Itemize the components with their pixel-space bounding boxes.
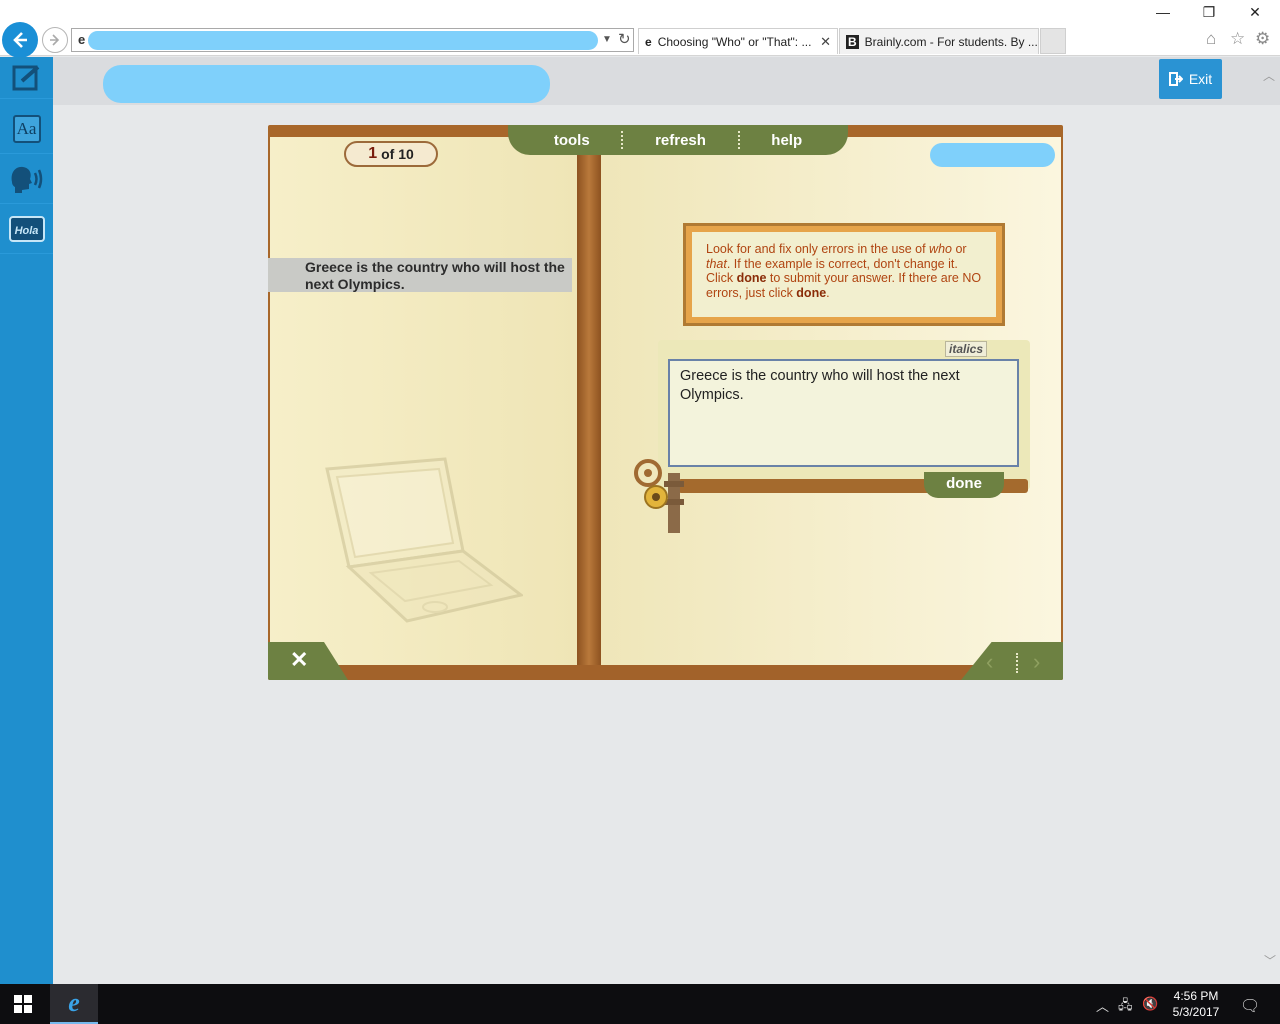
book-spine xyxy=(577,125,601,680)
home-icon[interactable]: ⌂ xyxy=(1206,29,1216,49)
instruction-that: that xyxy=(706,256,727,271)
new-tab-button[interactable] xyxy=(1040,28,1066,54)
refresh-button[interactable]: refresh xyxy=(655,132,706,149)
taskbar-ie[interactable]: e xyxy=(50,984,98,1024)
settings-gear-icon[interactable]: ⚙ xyxy=(1255,29,1270,49)
app-header: Exit ︿ xyxy=(53,57,1280,105)
total-questions: of 10 xyxy=(381,146,414,162)
action-center-icon[interactable]: 🗨 xyxy=(1240,996,1260,1016)
nav-divider xyxy=(621,131,624,149)
exit-label: Exit xyxy=(1188,71,1213,87)
clock-time: 4:56 PM xyxy=(1173,989,1219,1003)
pager-divider xyxy=(1016,653,1018,673)
clock-date: 5/3/2017 xyxy=(1172,1005,1220,1019)
forward-button[interactable] xyxy=(42,27,68,53)
instruction-done: done xyxy=(796,285,827,300)
instruction-text: Look for and fix only errors in the use … xyxy=(692,232,996,317)
rail-speech[interactable] xyxy=(0,154,53,204)
top-nav: tools refresh help xyxy=(508,125,848,155)
rail-translate[interactable]: Hola xyxy=(0,204,53,254)
favorites-star-icon[interactable]: ☆ xyxy=(1230,29,1245,49)
prev-page-button[interactable]: ‹ xyxy=(986,649,993,675)
tab-brainly[interactable]: B Brainly.com - For students. By ... xyxy=(839,28,1039,54)
address-dropdown-icon[interactable]: ▼ xyxy=(602,34,612,45)
internet-explorer-icon: e xyxy=(68,988,80,1017)
address-bar[interactable]: e ▼ ↻ xyxy=(71,28,634,52)
scroll-up-icon[interactable]: ︿ xyxy=(1263,67,1275,84)
volume-muted-icon[interactable]: 🔇 xyxy=(1142,996,1158,1012)
close-window-button[interactable]: ✕ xyxy=(1240,4,1270,21)
redacted-score xyxy=(930,143,1055,167)
network-icon[interactable]: 🖧 xyxy=(1118,996,1133,1018)
done-button[interactable]: done xyxy=(924,472,1004,498)
tool-rail: Aa Hola xyxy=(0,57,53,984)
exit-button[interactable]: Exit xyxy=(1159,59,1222,99)
browser-chrome: e ▼ ↻ e Choosing "Who" or "That": ... ✕ … xyxy=(0,0,1280,58)
instruction-part: . xyxy=(826,285,830,300)
tray-chevron-icon[interactable]: ︿ xyxy=(1096,996,1109,1015)
redacted-url xyxy=(88,31,598,50)
brainly-icon: B xyxy=(846,34,859,49)
ie-icon: e xyxy=(645,34,652,49)
refresh-icon[interactable]: ↻ xyxy=(618,30,631,48)
activity-book: tools refresh help 1 of 10 Greece is the… xyxy=(268,125,1063,680)
minimize-button[interactable]: — xyxy=(1148,4,1178,20)
dictionary-icon: Aa xyxy=(12,114,41,143)
ie-page-icon: e xyxy=(78,32,86,47)
book-bottom-edge xyxy=(268,665,1063,680)
instruction-part: Look for and fix only errors in the use … xyxy=(706,242,930,256)
windows-start-icon[interactable] xyxy=(14,995,32,1013)
close-activity-button[interactable]: ✕ xyxy=(290,647,308,673)
nav-divider xyxy=(737,131,740,149)
tools-button[interactable]: tools xyxy=(554,132,590,149)
italics-button[interactable]: italics xyxy=(945,341,987,357)
instruction-who: who xyxy=(929,242,952,256)
rail-dictionary[interactable]: Aa xyxy=(0,104,53,154)
rail-edit[interactable] xyxy=(0,57,53,99)
redacted-title xyxy=(103,65,550,103)
help-button[interactable]: help xyxy=(771,132,802,149)
speech-icon xyxy=(11,166,42,193)
edit-icon xyxy=(12,64,39,90)
translate-icon: Hola xyxy=(8,215,45,242)
instruction-done: done xyxy=(736,271,767,285)
arrow-left-icon xyxy=(13,32,27,48)
question-counter: 1 of 10 xyxy=(344,141,438,167)
back-button[interactable] xyxy=(2,22,38,58)
next-page-button[interactable]: › xyxy=(1033,649,1040,675)
answer-input[interactable]: Greece is the country who will host the … xyxy=(668,359,1019,467)
restore-button[interactable]: ❐ xyxy=(1194,4,1224,21)
tab-label: Brainly.com - For students. By ... xyxy=(864,34,1038,49)
current-question: 1 xyxy=(368,145,378,162)
prompt-sentence: Greece is the country who will host the … xyxy=(305,259,565,292)
taskbar: e ︿ 🖧 🔇 4:56 PM 5/3/2017 🗨 xyxy=(0,984,1280,1024)
tab-choosing-who-or-that[interactable]: e Choosing "Who" or "That": ... ✕ xyxy=(638,28,838,54)
tab-close-icon[interactable]: ✕ xyxy=(820,34,831,50)
taskbar-clock[interactable]: 4:56 PM 5/3/2017 xyxy=(1166,988,1226,1020)
laptop-illustration xyxy=(325,457,523,623)
instruction-card: Look for and fix only errors in the use … xyxy=(683,223,1005,326)
gear-mechanism-icon xyxy=(634,459,684,533)
exit-icon xyxy=(1168,72,1183,86)
instruction-part: or xyxy=(951,242,967,256)
tab-label: Choosing "Who" or "That": ... xyxy=(657,34,812,49)
arrow-right-icon xyxy=(50,34,60,46)
scroll-down-icon[interactable]: ﹀ xyxy=(1264,952,1276,969)
